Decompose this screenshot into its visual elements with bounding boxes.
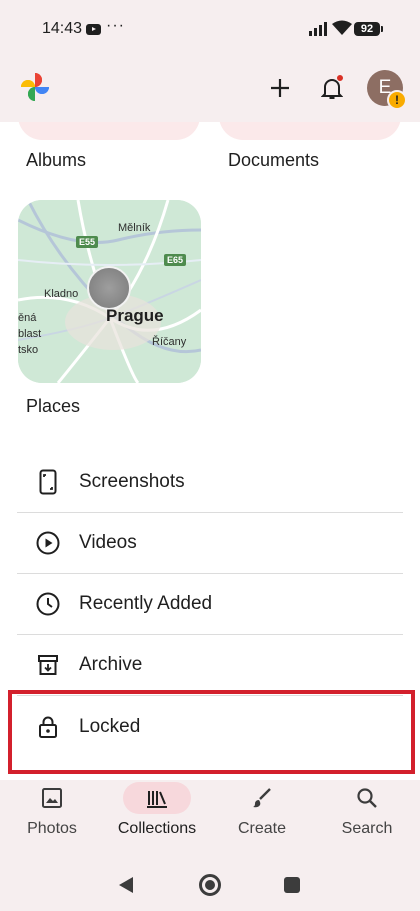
list-item-recently-added[interactable]: Recently Added: [17, 574, 403, 635]
bottom-navigation: Photos Collections Create Search: [0, 780, 420, 842]
create-plus-button[interactable]: [262, 70, 298, 106]
nav-tab-photos[interactable]: Photos: [0, 780, 100, 842]
photo-image-icon: [42, 788, 62, 808]
wifi-icon: [332, 20, 352, 35]
brush-icon: [253, 788, 271, 808]
nav-label: Collections: [117, 820, 197, 837]
locked-highlight-box: [8, 690, 415, 774]
documents-tile[interactable]: [219, 122, 401, 140]
list-item-label: Recently Added: [79, 593, 213, 614]
back-triangle-icon[interactable]: [118, 876, 134, 894]
notification-dot: [336, 74, 344, 82]
notifications-button[interactable]: [314, 70, 350, 106]
albums-label[interactable]: Albums: [26, 150, 86, 171]
map-region-label: ěná: [18, 312, 37, 324]
screenshots-phone-icon: [35, 469, 61, 495]
map-town-label: Říčany: [152, 336, 187, 348]
places-map-tile[interactable]: Mělník Kladno Říčany ěná blast tsko E55 …: [18, 200, 201, 383]
map-town-label: Kladno: [44, 288, 79, 300]
collections-library-icon: [147, 791, 167, 808]
battery-icon: 92: [354, 22, 383, 36]
list-item-label: Archive: [79, 654, 143, 675]
status-time: 14:43: [42, 20, 83, 37]
map-region-label: blast: [18, 328, 42, 340]
nav-pill-active: [123, 782, 191, 814]
clock-icon: [35, 591, 61, 617]
youtube-notification-icon: [86, 24, 101, 35]
places-photo-pin: [87, 266, 131, 310]
map-region-label: tsko: [18, 344, 39, 356]
more-notifications-indicator: ···: [106, 17, 125, 34]
list-item-label: Videos: [79, 532, 137, 553]
nav-pill: [228, 782, 296, 814]
list-item-screenshots[interactable]: Screenshots: [17, 452, 403, 513]
cell-signal-icon: [309, 22, 327, 36]
plus-icon: [271, 79, 289, 97]
google-photos-logo-icon: [21, 73, 49, 101]
status-bar: 14:43 ··· 92: [0, 0, 420, 52]
documents-label[interactable]: Documents: [228, 150, 319, 171]
system-navigation-bar: [0, 842, 420, 911]
list-item-archive[interactable]: Archive: [17, 635, 403, 696]
albums-tile[interactable]: [18, 122, 200, 140]
app-bar: E !: [0, 52, 420, 122]
google-photos-collections-screen: 14:43 ··· 92 E ! Albums Documents Mělník…: [0, 0, 420, 911]
archive-box-icon: [35, 652, 61, 678]
places-label[interactable]: Places: [26, 396, 80, 417]
nav-pill: [18, 782, 86, 814]
account-warning-icon: !: [387, 90, 407, 110]
nav-tab-search[interactable]: Search: [315, 780, 415, 842]
nav-pill: [333, 782, 401, 814]
map-town-label: Mělník: [118, 222, 151, 234]
list-item-videos[interactable]: Videos: [17, 513, 403, 574]
play-circle-icon: [35, 530, 61, 556]
recents-square-icon[interactable]: [284, 877, 300, 893]
nav-label: Search: [341, 820, 393, 837]
nav-tab-create[interactable]: Create: [210, 780, 310, 842]
road-shield-label: E55: [76, 236, 99, 248]
collections-content[interactable]: Albums Documents Mělník Kladno Říčany ěn…: [0, 122, 420, 780]
nav-tab-collections[interactable]: Collections: [105, 780, 205, 842]
nav-label: Photos: [27, 820, 77, 837]
map-city-label: Prague: [106, 306, 164, 325]
search-icon: [357, 788, 377, 808]
nav-label: Create: [237, 820, 287, 837]
road-shield-label: E65: [164, 254, 187, 266]
home-circle-icon[interactable]: [199, 874, 221, 896]
list-item-label: Screenshots: [79, 471, 185, 492]
